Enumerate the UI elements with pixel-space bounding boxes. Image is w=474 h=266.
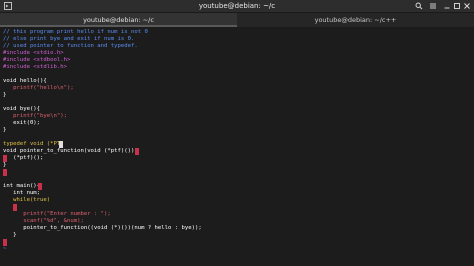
tab-cpp-label: youtube@debian: ~/c++ [314,16,397,24]
tab-c-label: youtube@debian: ~/c [83,16,154,24]
code-line: void hello(){ [3,78,47,84]
error-marker [3,239,7,246]
code-line: // else print bye and exit if num is 0. [3,36,135,42]
window-titlebar: youtube@debian: ~/c [0,0,474,13]
code-line: int main(){ [3,183,41,189]
error-marker [38,183,42,190]
code-line: // used pointer to function and typedef. [3,43,138,49]
code-line: exit(0); [3,120,41,126]
code-line: #include <stdbool.h> [3,57,71,63]
code-line: printf("hello\n"); [3,85,74,91]
code-line: #include <stdlib.h> [3,64,67,70]
code-line: } [3,162,7,168]
error-marker [3,169,7,176]
terminal-editor[interactable]: // this program print hello if num is no… [0,28,474,266]
code-line: } [3,127,7,133]
code-line: pointer_to_function((void (*)())(num ? h… [3,225,202,231]
code-line: int num; [3,190,41,196]
error-marker [3,155,7,162]
code-line: } [3,232,17,238]
code-line: } [3,92,7,98]
maximize-icon[interactable] [452,0,462,14]
window-title: youtube@debian: ~/c [198,2,276,10]
code-line: // this program print hello if num is no… [3,29,148,35]
tab-c[interactable]: youtube@debian: ~/c [0,13,237,27]
code-line: scanf("%d", &num); [3,218,84,224]
code-line: #include <stdio.h> [3,50,64,56]
text-cursor [59,141,63,148]
search-icon[interactable] [414,0,424,14]
code-line: while(true) [3,197,51,203]
error-marker [13,204,17,211]
code-line: (*ptf)(); [3,155,44,161]
code-line: void bye(){ [3,106,41,112]
code-line: typedef void (*PT [3,141,61,147]
close-icon[interactable] [462,0,472,14]
code-line: printf("Enter number : "); [3,211,111,217]
minimize-icon[interactable] [442,0,452,14]
error-marker [135,148,139,155]
hamburger-menu-icon[interactable] [428,0,438,14]
tab-bar: youtube@debian: ~/c youtube@debian: ~/c+… [0,13,474,27]
code-line: ~ [3,246,7,252]
tab-cpp[interactable]: youtube@debian: ~/c++ [237,13,474,27]
code-line: void pointer_to_function(void (*ptf)()){ [3,148,138,154]
code-line: printf("bye\n"); [3,113,67,119]
